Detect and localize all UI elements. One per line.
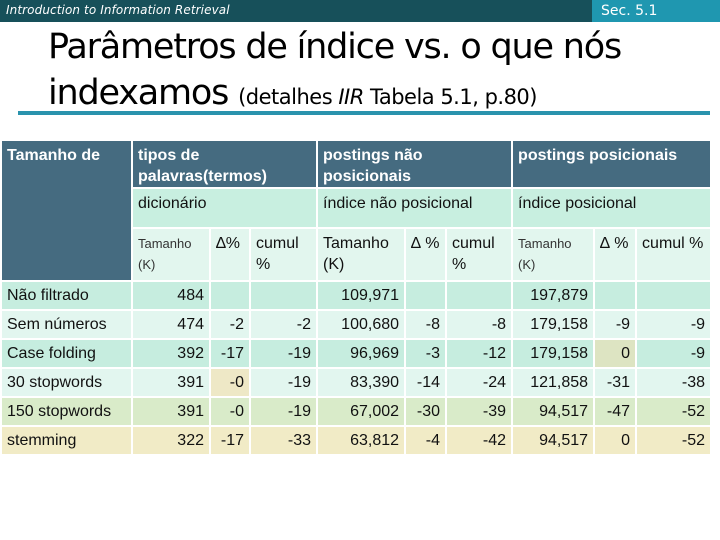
group-header-dictionary: tipos de palavras(termos): [130, 139, 319, 189]
title-line-2-main: indexamos: [48, 73, 239, 113]
reference-book: IIR: [338, 85, 364, 109]
cell: 391: [131, 367, 211, 398]
cell: -0: [209, 396, 251, 427]
col-header-cumul: cumul %: [635, 227, 713, 282]
col-header-size: Tamanho (K): [316, 227, 407, 282]
cell: 63,812: [316, 425, 407, 456]
cell: -52: [635, 425, 713, 456]
title-line-1: Parâmetros de índice vs. o que nós: [48, 27, 622, 67]
cell-highlight: -0: [209, 367, 251, 398]
cell: -17: [209, 425, 251, 456]
cell: 94,517: [511, 396, 596, 427]
cell: 484: [131, 280, 211, 311]
cell: 100,680: [316, 309, 407, 340]
table-row: stemming 322 -17 -33 63,812 -4 -42 94,51…: [0, 425, 713, 456]
cell: -14: [404, 367, 448, 398]
col-header-size: Tamanho (K): [138, 236, 192, 272]
slide-header-bar: Introduction to Information Retrieval Se…: [0, 0, 720, 22]
subheader-positional: índice posicional: [511, 187, 713, 229]
title-underline: [18, 111, 710, 115]
cell: 322: [131, 425, 211, 456]
section-badge: Sec. 5.1: [592, 0, 720, 22]
cell: -19: [248, 367, 319, 398]
index-parameters-table: Tamanho de tipos de palavras(termos) pos…: [0, 139, 713, 456]
cell: 179,158: [511, 338, 596, 369]
cell: -8: [445, 309, 514, 340]
cell: -24: [445, 367, 514, 398]
cell: 391: [131, 396, 211, 427]
cell: 121,858: [511, 367, 596, 398]
cell: 392: [131, 338, 211, 369]
cell: [593, 280, 638, 311]
cell: 179,158: [511, 309, 596, 340]
cell: -19: [248, 338, 319, 369]
cell: -17: [209, 338, 251, 369]
cell: -3: [404, 338, 448, 369]
slide-title: Parâmetros de índice vs. o que nós index…: [48, 24, 622, 120]
cell: [635, 280, 713, 311]
cell: -42: [445, 425, 514, 456]
cell: -19: [248, 396, 319, 427]
table-row: 30 stopwords 391 -0 -19 83,390 -14 -24 1…: [0, 367, 713, 398]
subheader-dictionary: dicionário: [130, 187, 319, 229]
row-label: Case folding: [0, 338, 133, 369]
row-label: stemming: [0, 425, 133, 456]
col-header-cumul: cumul %: [248, 227, 319, 282]
cell: 197,879: [511, 280, 596, 311]
cell: -8: [404, 309, 448, 340]
cell: -12: [445, 338, 514, 369]
cell: -9: [635, 309, 713, 340]
cell: 67,002: [316, 396, 407, 427]
col-header-delta: ∆ %: [404, 227, 448, 282]
table-row: 150 stopwords 391 -0 -19 67,002 -30 -39 …: [0, 396, 713, 427]
row-label: 150 stopwords: [0, 396, 133, 427]
cell: -33: [248, 425, 319, 456]
cell: -9: [593, 309, 638, 340]
group-header-nonpositional: postings não posicionais: [316, 139, 514, 189]
cell: -4: [404, 425, 448, 456]
subheader-nonpositional: índice não posicional: [316, 187, 514, 229]
corner-header: Tamanho de: [0, 139, 133, 282]
cell: [209, 280, 251, 311]
row-label: Não filtrado: [0, 280, 133, 311]
cell: -52: [635, 396, 713, 427]
col-header-size: Tamanho (K): [518, 236, 572, 272]
header-row-groups: Tamanho de tipos de palavras(termos) pos…: [0, 139, 713, 282]
cell: [445, 280, 514, 311]
reference-suffix: Tabela 5.1, p.80): [363, 85, 538, 109]
cell: 0: [593, 425, 638, 456]
cell: 83,390: [316, 367, 407, 398]
cell: -2: [248, 309, 319, 340]
col-header-cumul: cumul %: [445, 227, 514, 282]
cell: [248, 280, 319, 311]
cell: -39: [445, 396, 514, 427]
col-header-delta: ∆%: [209, 227, 251, 282]
row-label: Sem números: [0, 309, 133, 340]
table-row: Sem números 474 -2 -2 100,680 -8 -8 179,…: [0, 309, 713, 340]
group-header-positional: postings posicionais: [511, 139, 713, 189]
cell: [404, 280, 448, 311]
course-title: Introduction to Information Retrieval: [6, 3, 230, 17]
cell: -47: [593, 396, 638, 427]
cell: 474: [131, 309, 211, 340]
cell: 94,517: [511, 425, 596, 456]
cell: -9: [635, 338, 713, 369]
cell: -38: [635, 367, 713, 398]
row-label: 30 stopwords: [0, 367, 133, 398]
title-reference: (detalhes IIR Tabela 5.1, p.80): [238, 85, 537, 109]
cell: -30: [404, 396, 448, 427]
cell: -2: [209, 309, 251, 340]
cell: -31: [593, 367, 638, 398]
cell-highlight: 0: [593, 338, 638, 369]
col-header-delta: ∆ %: [593, 227, 638, 282]
cell: 96,969: [316, 338, 407, 369]
reference-prefix: (detalhes: [238, 85, 339, 109]
table-row: Não filtrado 484 109,971 197,879: [0, 280, 713, 311]
cell: 109,971: [316, 280, 407, 311]
table-row: Case folding 392 -17 -19 96,969 -3 -12 1…: [0, 338, 713, 369]
